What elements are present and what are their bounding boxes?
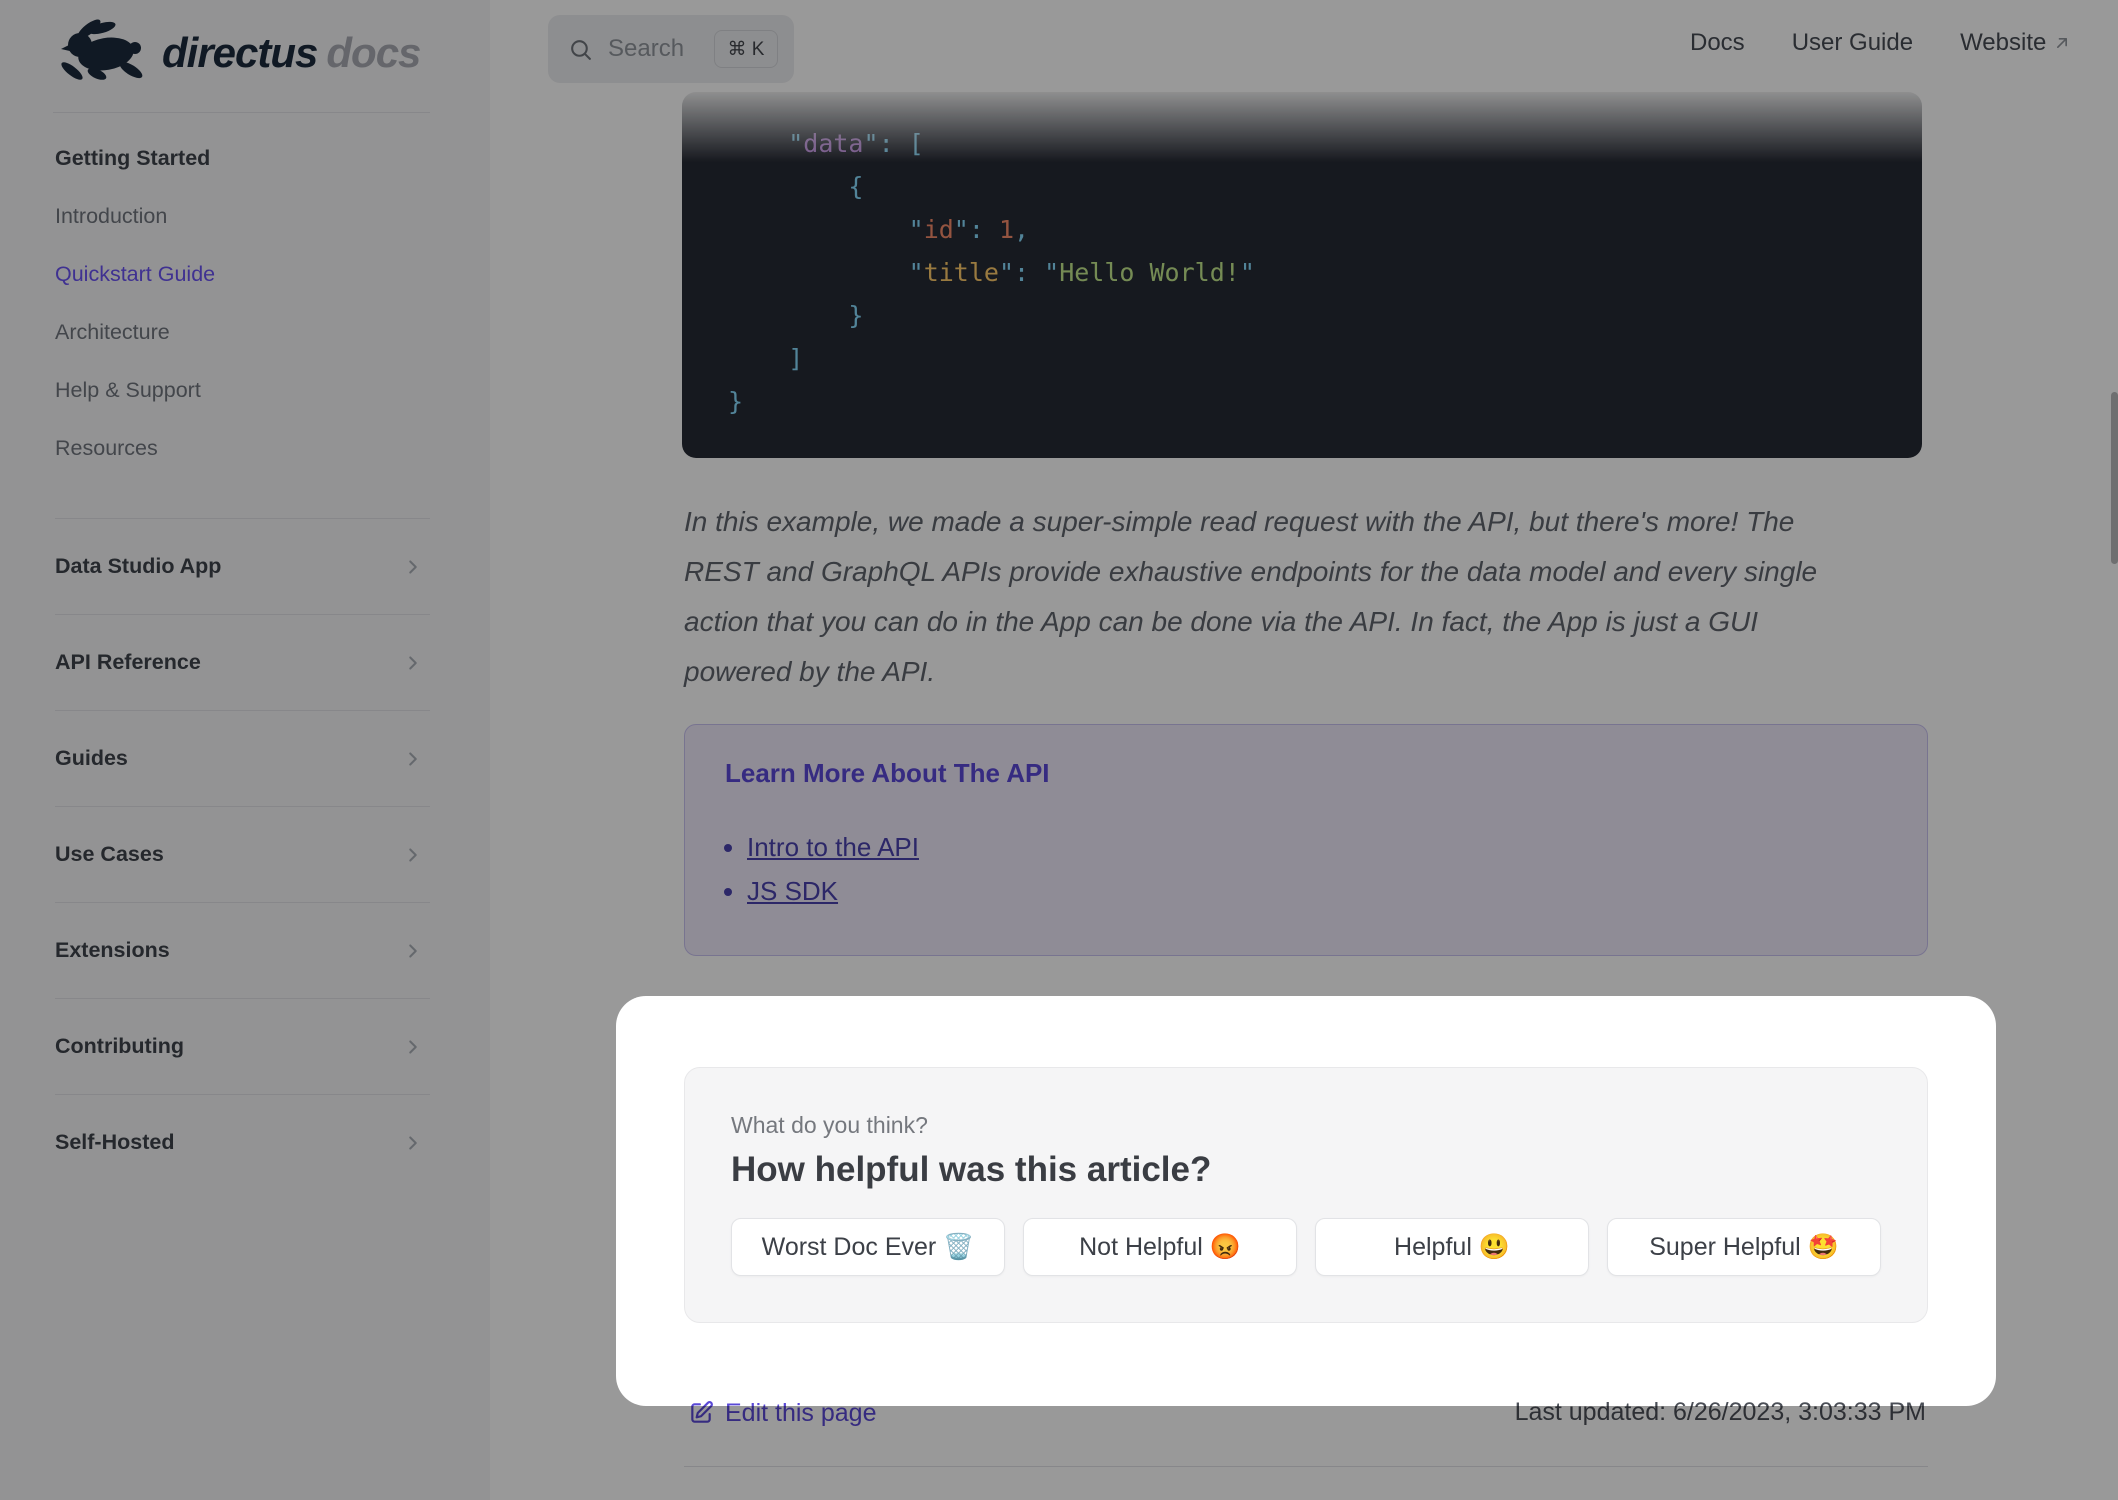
sidebar-item-help-support[interactable]: Help & Support — [55, 361, 430, 419]
logo[interactable]: directus docs — [50, 16, 421, 90]
code-line: ] — [788, 344, 804, 373]
sidebar-group-data-studio-app[interactable]: Data Studio App — [55, 518, 430, 614]
sidebar-group-api-reference[interactable]: API Reference — [55, 614, 430, 710]
nav-link-website[interactable]: Website — [1960, 29, 2072, 57]
sidebar-group-contributing[interactable]: Contributing — [55, 998, 430, 1094]
chevron-right-icon — [409, 655, 417, 670]
paragraph-line: powered by the API. — [684, 656, 936, 687]
nav-link-label: Website — [1960, 29, 2047, 56]
learn-more-callout: Learn More About The API Intro to the AP… — [684, 724, 1928, 956]
search-input[interactable]: Search ⌘ K — [548, 15, 794, 83]
edit-this-page-link[interactable]: Edit this page — [688, 1396, 877, 1430]
sidebar-item-list: Introduction Quickstart Guide Architecture… — [55, 187, 430, 477]
chevron-right-icon — [409, 847, 417, 862]
sidebar-item-architecture[interactable]: Architecture — [55, 303, 430, 361]
sidebar-group-guides[interactable]: Guides — [55, 710, 430, 806]
feedback-card: What do you think? How helpful was this … — [684, 1067, 1928, 1323]
callout-list-item: JS SDK — [747, 869, 1897, 913]
feedback-button-not-helpful[interactable]: Not Helpful 😡 — [1023, 1218, 1297, 1276]
sidebar-item-introduction[interactable]: Introduction — [55, 187, 430, 245]
chevron-right-icon — [409, 1135, 417, 1150]
scrollbar-thumb[interactable] — [2111, 392, 2118, 564]
chevron-right-icon — [409, 943, 417, 958]
nav-link-docs[interactable]: Docs — [1690, 29, 1745, 57]
sidebar-group-use-cases[interactable]: Use Cases — [55, 806, 430, 902]
external-link-arrow-icon — [2057, 38, 2068, 49]
code-line: "data": [ — [788, 129, 924, 158]
callout-link-list: Intro to the API JS SDK — [725, 825, 1897, 913]
sidebar-item-quickstart-guide[interactable]: Quickstart Guide — [55, 245, 430, 303]
chevron-right-icon — [409, 559, 417, 574]
search-placeholder: Search — [608, 35, 685, 62]
code-line: { — [848, 172, 864, 201]
nav-link-user-guide[interactable]: User Guide — [1792, 29, 1913, 57]
chevron-right-icon — [409, 751, 417, 766]
feedback-options: Worst Doc Ever 🗑️ Not Helpful 😡 Helpful 😃 S… — [731, 1218, 1881, 1276]
callout-title: Learn More About The API — [725, 758, 1050, 788]
paragraph-line: action that you can do in the App can be… — [684, 606, 1758, 637]
sidebar-group-label: Contributing — [55, 1034, 184, 1058]
last-updated-text: Last updated: 6/26/2023, 3:03:33 PM — [1514, 1398, 1926, 1426]
sidebar-group-extensions[interactable]: Extensions — [55, 902, 430, 998]
sidebar: directus docs Getting Started Introductio… — [0, 0, 490, 1500]
search-shortcut-badge: ⌘ K — [714, 30, 778, 68]
callout-link-js-sdk[interactable]: JS SDK — [747, 876, 838, 906]
sidebar-section-header: Getting Started — [55, 146, 211, 170]
sidebar-group-list: Data Studio App API Reference Guides Use Ca… — [55, 518, 430, 1190]
footer-divider — [684, 1466, 1928, 1467]
sidebar-group-label: Data Studio App — [55, 554, 222, 578]
sidebar-group-label: Guides — [55, 746, 128, 770]
paragraph-line: In this example, we made a super-simple … — [684, 506, 1795, 537]
feedback-button-worst-doc-ever[interactable]: Worst Doc Ever 🗑️ — [731, 1218, 1005, 1276]
search-icon — [571, 39, 591, 60]
chevron-right-icon — [409, 1039, 417, 1054]
feedback-button-helpful[interactable]: Helpful 😃 — [1315, 1218, 1589, 1276]
logo-text-secondary: docs — [326, 29, 421, 76]
page: directus docs Getting Started Introductio… — [0, 0, 2118, 1500]
sidebar-top-divider — [53, 112, 430, 113]
feedback-button-super-helpful[interactable]: Super Helpful 🤩 — [1607, 1218, 1881, 1276]
sidebar-group-label: Self-Hosted — [55, 1130, 175, 1154]
callout-list-item: Intro to the API — [747, 825, 1897, 869]
feedback-kicker: What do you think? — [731, 1112, 928, 1138]
nav-link-label: User Guide — [1791, 29, 1914, 56]
directus-rabbit-icon — [61, 19, 143, 80]
edit-link-label: Edit this page — [725, 1398, 877, 1427]
navbar-links: Docs User Guide Website — [1690, 0, 2072, 86]
code-line: } — [728, 387, 744, 416]
code-block: "data": [ { "id": 1, "title": "Hello Wor… — [682, 92, 1922, 458]
sidebar-group-self-hosted[interactable]: Self-Hosted — [55, 1094, 430, 1190]
code-line: "title": "Hello World!" — [908, 258, 1255, 287]
paragraph-line: REST and GraphQL APIs provide exhaustive… — [684, 556, 1818, 587]
code-line: } — [848, 301, 864, 330]
logo-text-primary: directus — [162, 29, 318, 76]
nav-link-label: Docs — [1690, 29, 1745, 56]
sidebar-group-label: Extensions — [55, 938, 170, 962]
edit-pencil-icon — [691, 1401, 713, 1423]
sidebar-nav: Getting Started Introduction Quickstart G… — [55, 140, 430, 1190]
sidebar-group-label: Use Cases — [55, 842, 164, 866]
sidebar-group-label: API Reference — [55, 650, 201, 674]
sidebar-item-resources[interactable]: Resources — [55, 419, 430, 477]
feedback-question: How helpful was this article? — [731, 1150, 1212, 1189]
article-paragraph: In this example, we made a super-simple … — [684, 497, 1930, 697]
code-line: "id": 1, — [908, 215, 1030, 244]
callout-link-intro-to-the-api[interactable]: Intro to the API — [747, 832, 919, 862]
